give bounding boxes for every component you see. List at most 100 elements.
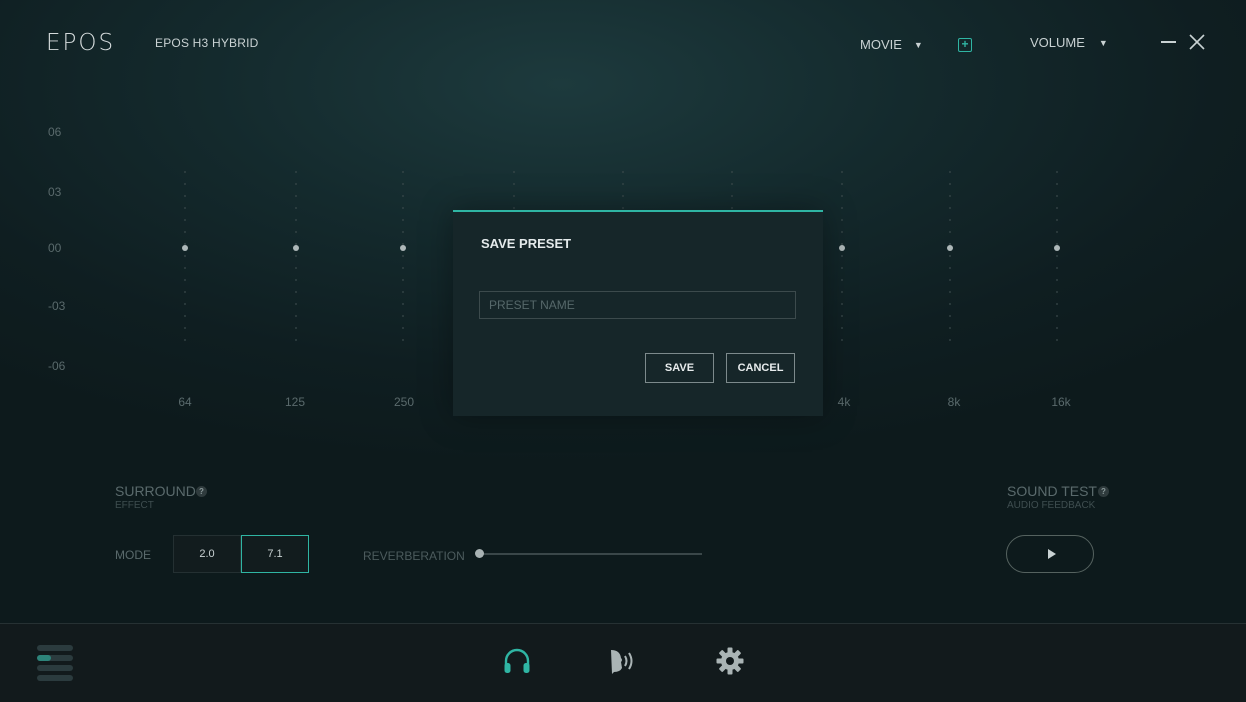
eq-guide-dot xyxy=(295,255,297,257)
eq-guide-dot xyxy=(295,291,297,293)
eq-x-label: 125 xyxy=(284,395,306,409)
eq-guide-dot xyxy=(295,279,297,281)
eq-guide-dot xyxy=(402,315,404,317)
eq-guide-dot xyxy=(841,243,843,245)
eq-guide-dot xyxy=(1056,279,1058,281)
eq-guide-dot xyxy=(295,183,297,185)
preset-name-input[interactable] xyxy=(479,291,796,319)
eq-guide-dot xyxy=(731,195,733,197)
eq-guide-dot xyxy=(402,195,404,197)
help-icon[interactable]: ? xyxy=(1098,486,1109,497)
eq-guide-dot xyxy=(841,339,843,341)
eq-guide-dot xyxy=(841,267,843,269)
save-button[interactable]: SAVE xyxy=(645,353,714,383)
mode-2-0-label: 2.0 xyxy=(199,548,215,560)
sound-test-play-button[interactable] xyxy=(1006,535,1094,573)
mode-label: MODE xyxy=(115,548,151,562)
eq-x-label: 250 xyxy=(393,395,415,409)
eq-guide-dot xyxy=(841,207,843,209)
eq-guide-dot xyxy=(949,327,951,329)
eq-guide-dot xyxy=(513,195,515,197)
eq-guide-dot xyxy=(1056,255,1058,257)
eq-guide-dot xyxy=(1056,327,1058,329)
eq-guide-dot xyxy=(402,339,404,341)
cancel-button[interactable]: CANCEL xyxy=(726,353,795,383)
surround-subtitle: EFFECT xyxy=(115,500,154,511)
reverberation-slider-track[interactable] xyxy=(480,553,702,555)
eq-band-handle[interactable] xyxy=(293,245,299,251)
eq-guide-dot xyxy=(295,207,297,209)
eq-guide-dot xyxy=(841,195,843,197)
eq-guide-dot xyxy=(295,303,297,305)
help-icon[interactable]: ? xyxy=(196,486,207,497)
eq-band-handle[interactable] xyxy=(947,245,953,251)
eq-guide-dot xyxy=(1056,219,1058,221)
eq-guide-dot xyxy=(731,171,733,173)
sound-test-title: SOUND TEST xyxy=(1007,483,1097,499)
play-icon xyxy=(1047,549,1056,559)
headphones-icon[interactable] xyxy=(502,646,532,676)
eq-guide-dot xyxy=(949,231,951,233)
eq-guide-dot xyxy=(184,303,186,305)
eq-guide-dot xyxy=(622,183,624,185)
voice-icon[interactable] xyxy=(608,646,638,676)
eq-guide-dot xyxy=(622,171,624,173)
eq-guide-dot xyxy=(295,171,297,173)
eq-guide-dot xyxy=(184,183,186,185)
eq-guide-dot xyxy=(184,291,186,293)
eq-guide-dot xyxy=(402,231,404,233)
eq-guide-dot xyxy=(184,339,186,341)
eq-guide-dot xyxy=(402,291,404,293)
eq-x-label: 64 xyxy=(178,395,192,409)
eq-guide-dot xyxy=(402,183,404,185)
eq-guide-dot xyxy=(841,183,843,185)
eq-guide-dot xyxy=(513,171,515,173)
menu-icon[interactable] xyxy=(35,643,75,683)
eq-guide-dot xyxy=(731,207,733,209)
eq-guide-dot xyxy=(622,195,624,197)
eq-guide-dot xyxy=(1056,303,1058,305)
eq-x-label: 8k xyxy=(947,395,961,409)
eq-band-handle[interactable] xyxy=(839,245,845,251)
eq-guide-dot xyxy=(1056,315,1058,317)
eq-guide-dot xyxy=(949,291,951,293)
eq-guide-dot xyxy=(184,243,186,245)
eq-guide-dot xyxy=(295,267,297,269)
eq-guide-dot xyxy=(295,195,297,197)
eq-guide-dot xyxy=(184,255,186,257)
mode-7-1-button[interactable]: 7.1 xyxy=(241,535,309,573)
eq-guide-dot xyxy=(949,315,951,317)
eq-band-handle[interactable] xyxy=(182,245,188,251)
eq-guide-dot xyxy=(841,255,843,257)
eq-guide-dot xyxy=(513,183,515,185)
eq-guide-dot xyxy=(184,207,186,209)
eq-guide-dot xyxy=(949,267,951,269)
eq-guide-dot xyxy=(402,303,404,305)
eq-guide-dot xyxy=(841,279,843,281)
eq-guide-dot xyxy=(841,231,843,233)
eq-guide-dot xyxy=(841,171,843,173)
mode-2-0-button[interactable]: 2.0 xyxy=(173,535,241,573)
eq-guide-dot xyxy=(1056,291,1058,293)
eq-band-handle[interactable] xyxy=(400,245,406,251)
eq-guide-dot xyxy=(949,255,951,257)
eq-guide-dot xyxy=(1056,183,1058,185)
eq-guide-dot xyxy=(184,279,186,281)
dialog-title: SAVE PRESET xyxy=(481,236,572,251)
eq-guide-dot xyxy=(1056,195,1058,197)
eq-band-handle[interactable] xyxy=(1054,245,1060,251)
reverberation-slider-handle[interactable] xyxy=(475,549,484,558)
eq-guide-dot xyxy=(402,171,404,173)
eq-guide-dot xyxy=(295,243,297,245)
save-preset-dialog: SAVE PRESET SAVE CANCEL xyxy=(453,210,823,416)
gear-icon[interactable] xyxy=(715,646,745,676)
eq-guide-dot xyxy=(1056,243,1058,245)
eq-guide-dot xyxy=(184,315,186,317)
eq-guide-dot xyxy=(949,279,951,281)
eq-guide-dot xyxy=(841,327,843,329)
eq-x-label: 16k xyxy=(1051,395,1071,409)
eq-x-label: 4k xyxy=(837,395,851,409)
eq-guide-dot xyxy=(402,243,404,245)
eq-guide-dot xyxy=(731,183,733,185)
eq-guide-dot xyxy=(402,207,404,209)
